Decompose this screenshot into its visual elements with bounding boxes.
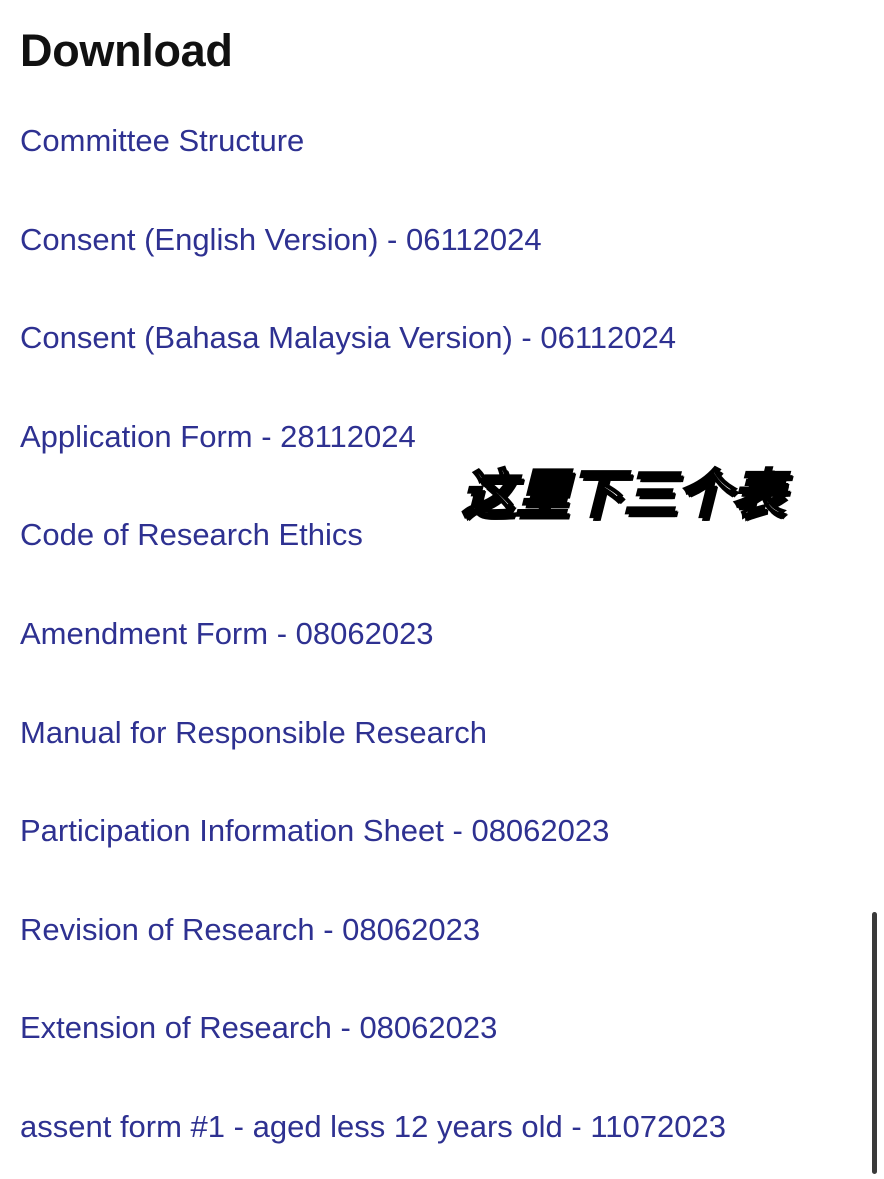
scrollbar-thumb[interactable] xyxy=(872,912,877,1174)
download-link-amendment-form[interactable]: Amendment Form - 08062023 xyxy=(20,605,434,663)
download-link-extension-of-research[interactable]: Extension of Research - 08062023 xyxy=(20,999,497,1057)
download-link-assent-form-1[interactable]: assent form #1 - aged less 12 years old … xyxy=(20,1098,726,1156)
download-link-consent-bahasa-malaysia[interactable]: Consent (Bahasa Malaysia Version) - 0611… xyxy=(20,309,676,367)
list-item: Consent (English Version) - 06112024 xyxy=(0,211,884,310)
page-title: Download xyxy=(20,25,233,76)
download-link-code-of-research-ethics[interactable]: Code of Research Ethics xyxy=(20,506,363,564)
list-item: assent form #1 - aged less 12 years old … xyxy=(0,1098,884,1179)
download-link-manual-responsible-research[interactable]: Manual for Responsible Research xyxy=(20,704,487,762)
download-list: Committee Structure Consent (English Ver… xyxy=(0,112,884,1179)
download-link-application-form[interactable]: Application Form - 28112024 xyxy=(20,408,416,466)
download-link-consent-english[interactable]: Consent (English Version) - 06112024 xyxy=(20,211,542,269)
download-link-committee-structure[interactable]: Committee Structure xyxy=(20,112,304,170)
list-item: Participation Information Sheet - 080620… xyxy=(0,802,884,901)
download-link-participation-information-sheet[interactable]: Participation Information Sheet - 080620… xyxy=(20,802,609,860)
download-link-revision-of-research[interactable]: Revision of Research - 08062023 xyxy=(20,901,480,959)
list-item: Amendment Form - 08062023 xyxy=(0,605,884,704)
list-item: Manual for Responsible Research xyxy=(0,704,884,803)
list-item: Revision of Research - 08062023 xyxy=(0,901,884,1000)
list-item: Consent (Bahasa Malaysia Version) - 0611… xyxy=(0,309,884,408)
overlay-caption: 这里下三个表 xyxy=(461,464,787,527)
list-item: Extension of Research - 08062023 xyxy=(0,999,884,1098)
list-item: Committee Structure xyxy=(0,112,884,211)
